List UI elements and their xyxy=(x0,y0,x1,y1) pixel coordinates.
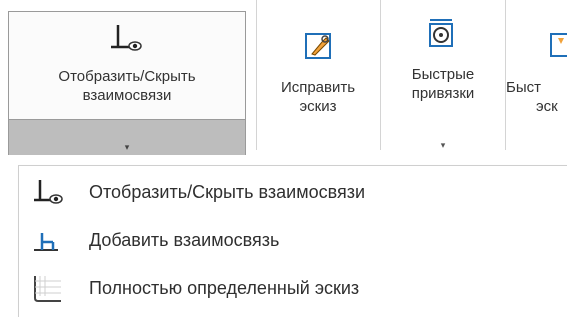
menu-item-label: Добавить взаимосвязь xyxy=(89,230,280,250)
show-hide-relations-main[interactable]: Отобразить/Скрыть взаимосвязи xyxy=(9,12,245,119)
repair-sketch-icon xyxy=(305,33,331,59)
quick-sketch-icon xyxy=(550,33,567,57)
repair-sketch-line2: эскиз xyxy=(299,98,337,115)
partial-button-line1: Быст xyxy=(506,79,541,96)
fully-defined-sketch-icon xyxy=(34,276,61,302)
partial-button-line2: эск xyxy=(536,98,558,115)
quick-snaps-button[interactable]: Быстрые привязки ▾ xyxy=(381,0,505,160)
chevron-down-icon: ▾ xyxy=(124,142,130,152)
show-hide-relations-line2: взаимосвязи xyxy=(82,87,172,104)
chevron-down-icon[interactable]: ▾ xyxy=(381,140,505,151)
show-relations-icon xyxy=(34,180,63,204)
menu-item-label: Отобразить/Скрыть взаимосвязи xyxy=(89,182,366,202)
show-hide-relations-menu: Отобразить/Скрыть взаимосвязи Добавить в… xyxy=(18,165,567,317)
partial-ribbon-button[interactable]: Быст эск xyxy=(506,0,567,160)
show-relations-icon xyxy=(111,25,142,51)
quick-snaps-icon xyxy=(429,19,453,47)
menu-item-fully-defined-sketch[interactable]: Полностью определенный эскиз xyxy=(19,265,567,311)
repair-sketch-line1: Исправить xyxy=(280,79,356,96)
quick-snaps-line1: Быстрые xyxy=(411,66,475,83)
repair-sketch-button[interactable]: Исправить эскиз xyxy=(256,0,380,160)
show-hide-relations-dropdown[interactable]: ▾ xyxy=(9,119,245,155)
menu-item-show-hide-relations[interactable]: Отобразить/Скрыть взаимосвязи xyxy=(19,169,567,215)
quick-snaps-line2: привязки xyxy=(411,85,475,102)
add-relation-icon xyxy=(34,233,58,251)
show-hide-relations-line1: Отобразить/Скрыть xyxy=(58,68,196,85)
menu-item-add-relation[interactable]: Добавить взаимосвязь xyxy=(19,217,567,263)
sketch-ribbon: Отобразить/Скрыть взаимосвязи ▾ Исправит… xyxy=(0,0,567,165)
show-hide-relations-button[interactable]: Отобразить/Скрыть взаимосвязи ▾ xyxy=(8,11,246,155)
menu-item-label: Полностью определенный эскиз xyxy=(89,278,360,298)
